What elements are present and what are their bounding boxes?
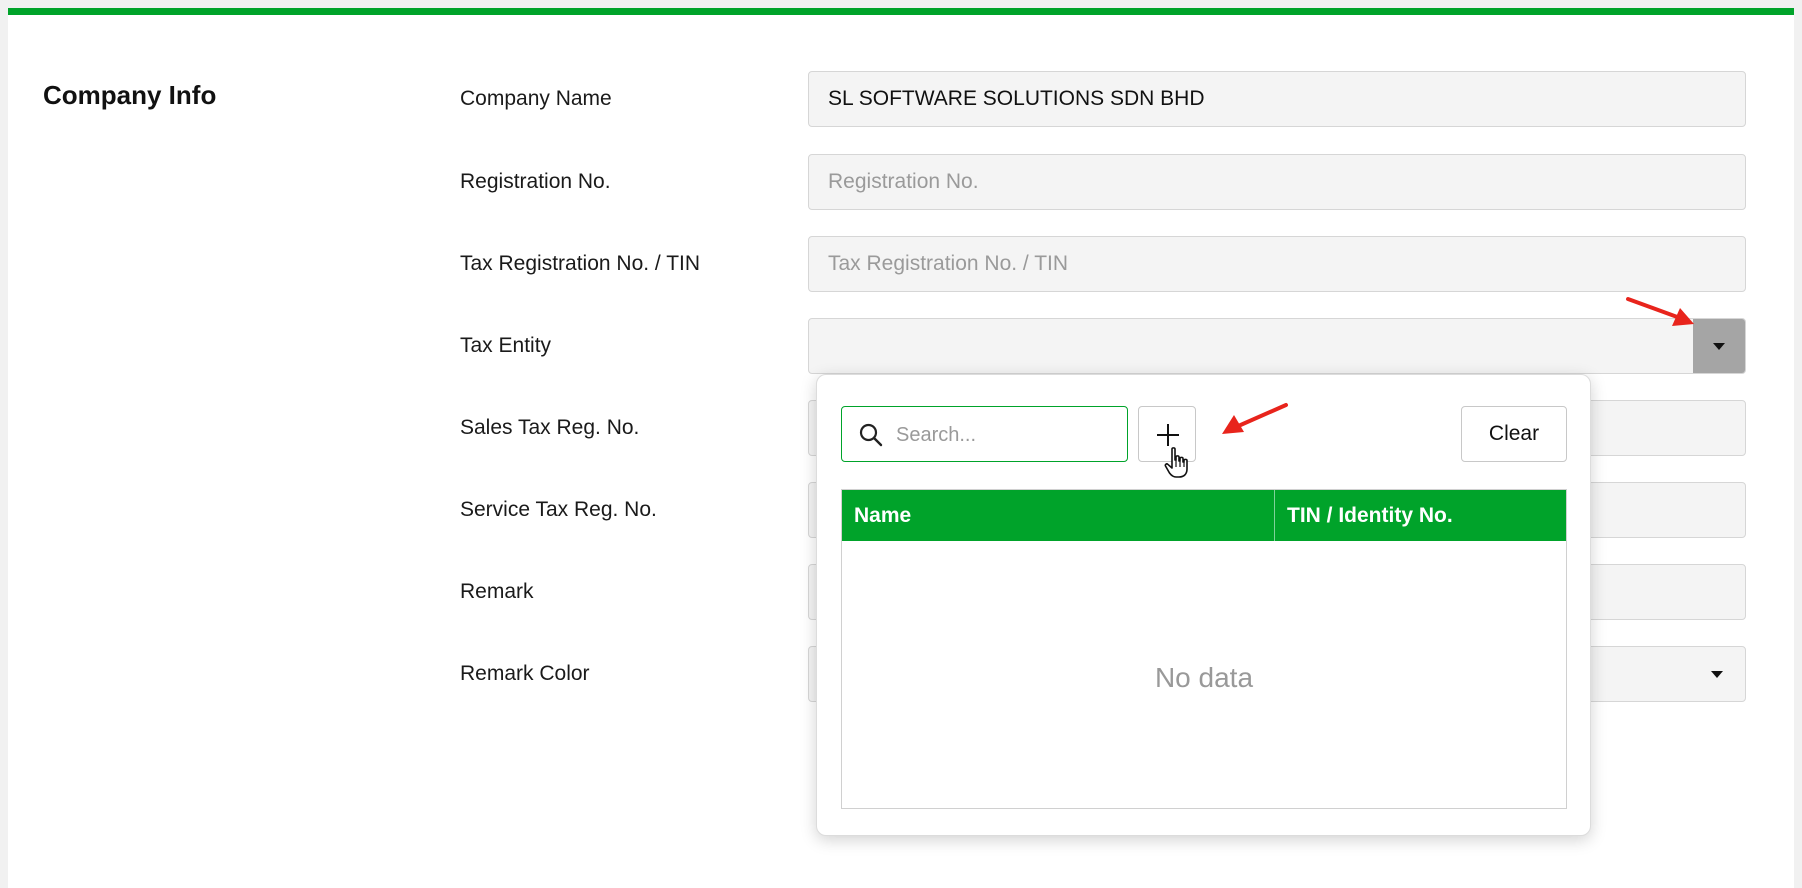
section-title: Company Info [43,80,217,110]
company-name-label: Company Name [460,87,612,110]
remark-label: Remark [460,580,534,603]
tax-entity-table: Name TIN / Identity No. No data [841,489,1567,809]
company-name-input[interactable] [808,71,1746,127]
add-tax-entity-button[interactable] [1138,406,1196,478]
search-box[interactable] [841,406,1128,462]
registration-no-label: Registration No. [460,170,611,193]
tax-entity-label: Tax Entity [460,334,552,357]
caret-down-icon [1711,671,1723,678]
clear-button[interactable]: Clear [1461,406,1567,462]
sales-tax-reg-no-label: Sales Tax Reg. No. [460,416,640,439]
column-header-tin[interactable]: TIN / Identity No. [1275,490,1567,541]
tax-registration-no-input[interactable] [808,236,1746,292]
tax-entity-dropdown-popup: Clear Name TIN / Identity No. No data [816,374,1591,836]
red-arrow-icon [1222,403,1288,434]
empty-state-text: No data [1154,662,1254,693]
plus-icon [1157,424,1179,446]
search-input[interactable] [894,415,1118,455]
remark-color-label: Remark Color [460,662,590,685]
service-tax-reg-no-label: Service Tax Reg. No. [460,498,657,521]
tax-entity-select[interactable] [808,318,1746,374]
caret-down-icon [1713,343,1725,350]
registration-no-input[interactable] [808,154,1746,210]
hand-pointer-icon [1164,447,1188,478]
table-header: Name TIN / Identity No. [842,490,1566,541]
search-icon [859,423,883,447]
tax-registration-no-label: Tax Registration No. / TIN [460,252,701,275]
red-arrow-icon [1626,297,1694,326]
column-header-name[interactable]: Name [842,490,1275,541]
